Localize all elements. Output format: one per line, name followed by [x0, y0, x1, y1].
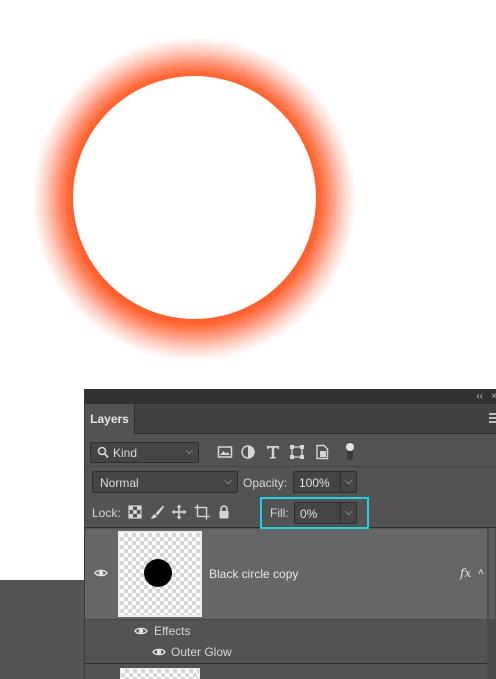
chevron-up-icon[interactable]: ˄: [478, 565, 484, 581]
search-icon: [97, 446, 109, 459]
fx-icon[interactable]: fx: [460, 565, 471, 581]
fill-label: Fill:: [270, 506, 289, 520]
smart-object-filter-icon[interactable]: [314, 444, 330, 460]
blend-mode-value: Normal: [100, 476, 139, 490]
filter-kind-label: Kind: [113, 446, 138, 460]
layer-name[interactable]: Black circle copy: [209, 566, 298, 582]
tab-layers[interactable]: Layers: [85, 404, 135, 434]
lock-artboard-icon[interactable]: [194, 504, 210, 520]
scrollbar-thumb[interactable]: [489, 529, 495, 619]
layer-thumbnail[interactable]: [118, 531, 202, 617]
layers-panel: ‹‹ × Layers Kind ⌵ Normal ⌵ Opacity: 100…: [84, 389, 496, 679]
outer-glow-eye-icon[interactable]: [152, 645, 166, 659]
lock-position-icon[interactable]: [171, 504, 187, 520]
fill-value: 0%: [300, 507, 318, 521]
layer-row-selected[interactable]: Black circle copy fx ˄: [85, 529, 487, 619]
thumbnail-black-circle: [144, 559, 172, 587]
lock-options-row: Lock: Fill: 0% ⌵: [85, 496, 496, 529]
close-panel-icon[interactable]: ×: [491, 391, 496, 403]
filter-kind-dropdown[interactable]: Kind ⌵: [90, 442, 199, 463]
layer-list: Black circle copy fx ˄ Effects Outer Glo…: [85, 529, 496, 679]
opacity-value: 100%: [299, 476, 330, 490]
chevron-down-icon: ⌵: [185, 446, 193, 457]
filter-toggle-icon[interactable]: [344, 441, 356, 461]
visibility-eye-icon[interactable]: [94, 566, 108, 580]
image-filter-icon[interactable]: [217, 444, 233, 460]
blend-mode-dropdown[interactable]: Normal ⌵: [92, 471, 238, 493]
opacity-slider-toggle[interactable]: ⌵: [340, 472, 356, 492]
type-filter-icon[interactable]: [265, 444, 281, 460]
opacity-field[interactable]: 100% ⌵: [293, 471, 357, 493]
panel-title-bar: ‹‹ ×: [85, 390, 496, 404]
blend-options-row: Normal ⌵ Opacity: 100% ⌵: [85, 468, 496, 496]
workspace-background: [0, 580, 86, 679]
lock-label: Lock:: [92, 506, 121, 520]
panel-menu-icon[interactable]: [489, 413, 496, 423]
layers-scrollbar[interactable]: [487, 529, 496, 679]
layer-thumbnail[interactable]: [120, 668, 200, 679]
lock-transparent-pixels-icon[interactable]: [127, 504, 143, 520]
effects-eye-icon[interactable]: [134, 624, 148, 638]
layer-row[interactable]: [85, 663, 487, 679]
outer-glow-label: Outer Glow: [171, 645, 232, 659]
layer-filter-row: Kind ⌵: [85, 435, 496, 467]
fill-field[interactable]: 0% ⌵: [294, 502, 357, 524]
lock-image-pixels-icon[interactable]: [149, 504, 165, 520]
fill-slider-toggle[interactable]: ⌵: [340, 503, 356, 523]
adjustment-filter-icon[interactable]: [240, 444, 256, 460]
effects-row[interactable]: Effects: [85, 619, 487, 641]
opacity-label: Opacity:: [243, 476, 288, 490]
collapse-panel-icon[interactable]: ‹‹: [476, 391, 483, 403]
effects-label: Effects: [154, 624, 191, 638]
panel-tab-strip: Layers: [85, 404, 496, 434]
transparent-circle: [73, 76, 316, 319]
outer-glow-effect-row[interactable]: Outer Glow: [85, 641, 487, 663]
lock-all-icon[interactable]: [216, 504, 232, 520]
chevron-down-icon: ⌵: [224, 476, 232, 487]
shape-filter-icon[interactable]: [289, 444, 305, 460]
